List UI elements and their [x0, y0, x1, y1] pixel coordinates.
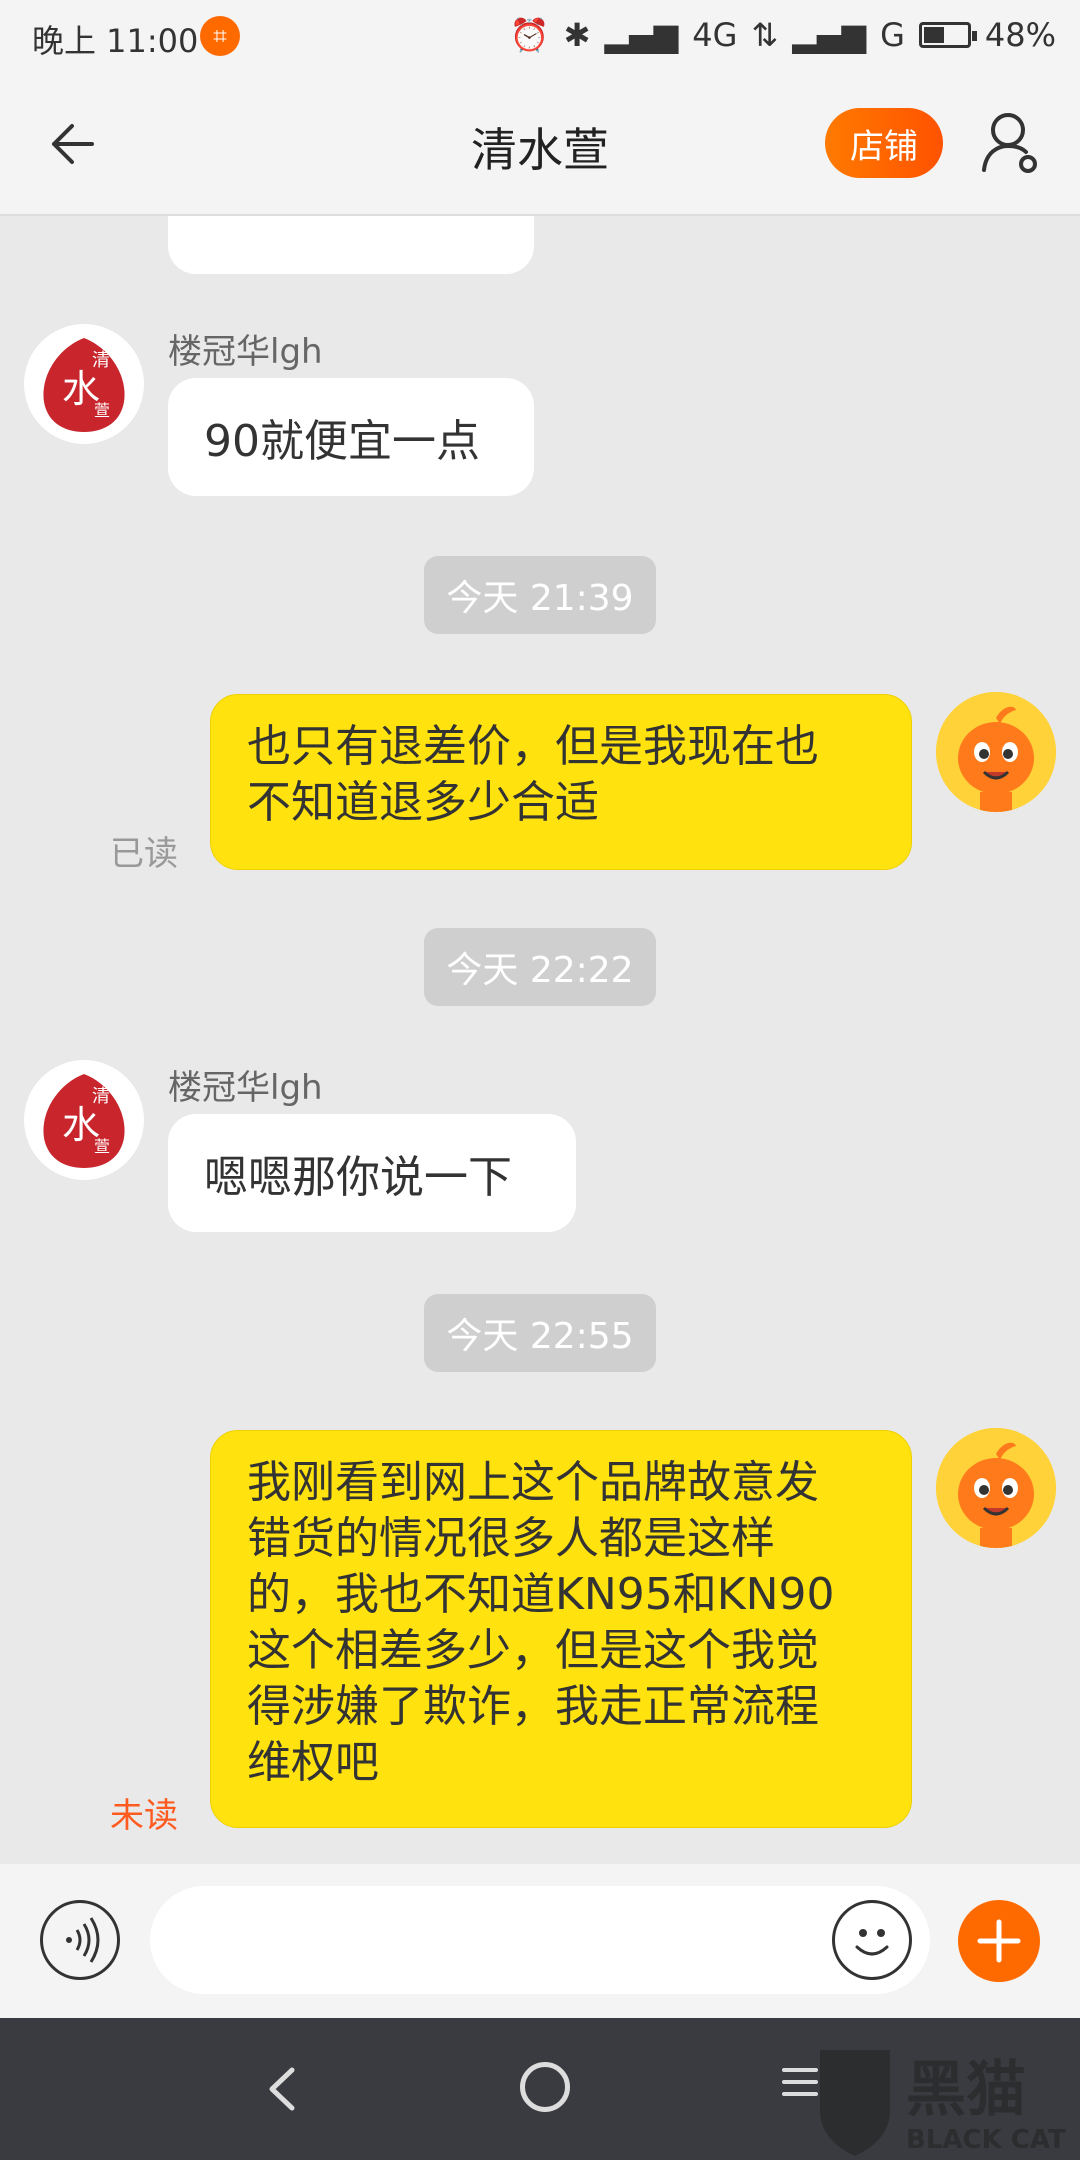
- message-line: 得涉嫌了欺诈，我走正常流程: [247, 1681, 819, 1732]
- shop-logo-icon: 清 水 萱: [43, 338, 125, 432]
- status-icons: ⏰ ✱ ▂▄▆ 4G ⇅ ▂▄▆ G 48%: [510, 16, 1056, 54]
- unread-status: 未读: [110, 1796, 178, 1836]
- mascot-avatar-icon: [936, 692, 1056, 812]
- battery-percent: 48%: [984, 16, 1056, 54]
- status-time: 晚上 11:00: [32, 22, 199, 60]
- shop-avatar[interactable]: 清 水 萱: [24, 324, 144, 444]
- message-input[interactable]: [150, 1886, 930, 1994]
- plus-icon: [977, 1919, 1021, 1963]
- add-more-button[interactable]: [958, 1900, 1040, 1982]
- shop-button[interactable]: 店铺: [825, 108, 943, 178]
- my-avatar[interactable]: [936, 692, 1056, 812]
- network-g-label: G: [880, 16, 905, 54]
- sender-name: 楼冠华lgh: [168, 1068, 323, 1108]
- svg-text:黑猫: 黑猫: [906, 2055, 1026, 2125]
- message-line: 这个相差多少，但是这个我觉: [247, 1625, 819, 1676]
- voice-button[interactable]: [40, 1900, 120, 1980]
- voice-wave-icon: [66, 1917, 100, 1963]
- nav-home-icon[interactable]: [520, 2062, 570, 2112]
- svg-text:萱: 萱: [94, 401, 110, 420]
- chat-list[interactable]: 清 水 萱 楼冠华lgh 90就便宜一点 今天 21:39 也只有退差价，但是我…: [0, 216, 1080, 1864]
- message-line: 的，我也不知道KN95和KN90: [247, 1569, 835, 1620]
- message-line: 我刚看到网上这个品牌故意发: [247, 1457, 819, 1508]
- chat-header: 清水萱 店铺: [0, 72, 1080, 216]
- message-line: 也只有退差价，但是我现在也: [247, 721, 819, 772]
- bluetooth-icon: ✱: [563, 16, 591, 54]
- shop-logo-icon: 清 水 萱: [43, 1074, 125, 1168]
- timestamp-pill: 今天 22:22: [424, 928, 656, 1006]
- timestamp-pill: 今天 21:39: [424, 556, 656, 634]
- message-bubble-sent[interactable]: 也只有退差价，但是我现在也 不知道退多少合适: [210, 694, 912, 870]
- smiley-icon: [855, 1929, 889, 1956]
- my-avatar[interactable]: [936, 1428, 1056, 1548]
- message-bubble-received[interactable]: 90就便宜一点: [168, 378, 534, 496]
- sender-name: 楼冠华lgh: [168, 332, 323, 372]
- emoji-button[interactable]: [832, 1900, 912, 1980]
- input-bar: [0, 1864, 1080, 2018]
- network-4g-label: 4G: [692, 16, 738, 54]
- status-bar: 晚上 11:00 ⌗ ⏰ ✱ ▂▄▆ 4G ⇅ ▂▄▆ G 48%: [0, 0, 1080, 72]
- read-status: 已读: [110, 834, 178, 874]
- message-line: 不知道退多少合适: [247, 777, 599, 828]
- data-arrows-icon: ⇅: [751, 16, 779, 54]
- timestamp-pill: 今天 22:55: [424, 1294, 656, 1372]
- battery-icon: [918, 22, 977, 48]
- message-line: 维权吧: [247, 1737, 379, 1788]
- svg-text:BLACK CAT: BLACK CAT: [906, 2125, 1066, 2155]
- message-bubble-partial: [168, 216, 534, 274]
- shop-avatar[interactable]: 清 水 萱: [24, 1060, 144, 1180]
- blackcat-watermark: 黑猫 BLACK CAT: [820, 2050, 1066, 2156]
- nav-back-icon[interactable]: [262, 2064, 302, 2114]
- message-line: 错货的情况很多人都是这样: [247, 1513, 775, 1564]
- svg-text:萱: 萱: [94, 1137, 110, 1156]
- app-notification-icon: ⌗: [200, 16, 240, 56]
- message-bubble-received[interactable]: 嗯嗯那你说一下: [168, 1114, 576, 1232]
- user-settings-icon[interactable]: [978, 108, 1042, 180]
- mascot-avatar-icon: [936, 1428, 1056, 1548]
- alarm-icon: ⏰: [509, 16, 550, 54]
- message-bubble-sent[interactable]: 我刚看到网上这个品牌故意发 错货的情况很多人都是这样 的，我也不知道KN95和K…: [210, 1430, 912, 1828]
- signal-icon-2: ▂▄▆: [792, 16, 867, 54]
- signal-icon: ▂▄▆: [604, 16, 679, 54]
